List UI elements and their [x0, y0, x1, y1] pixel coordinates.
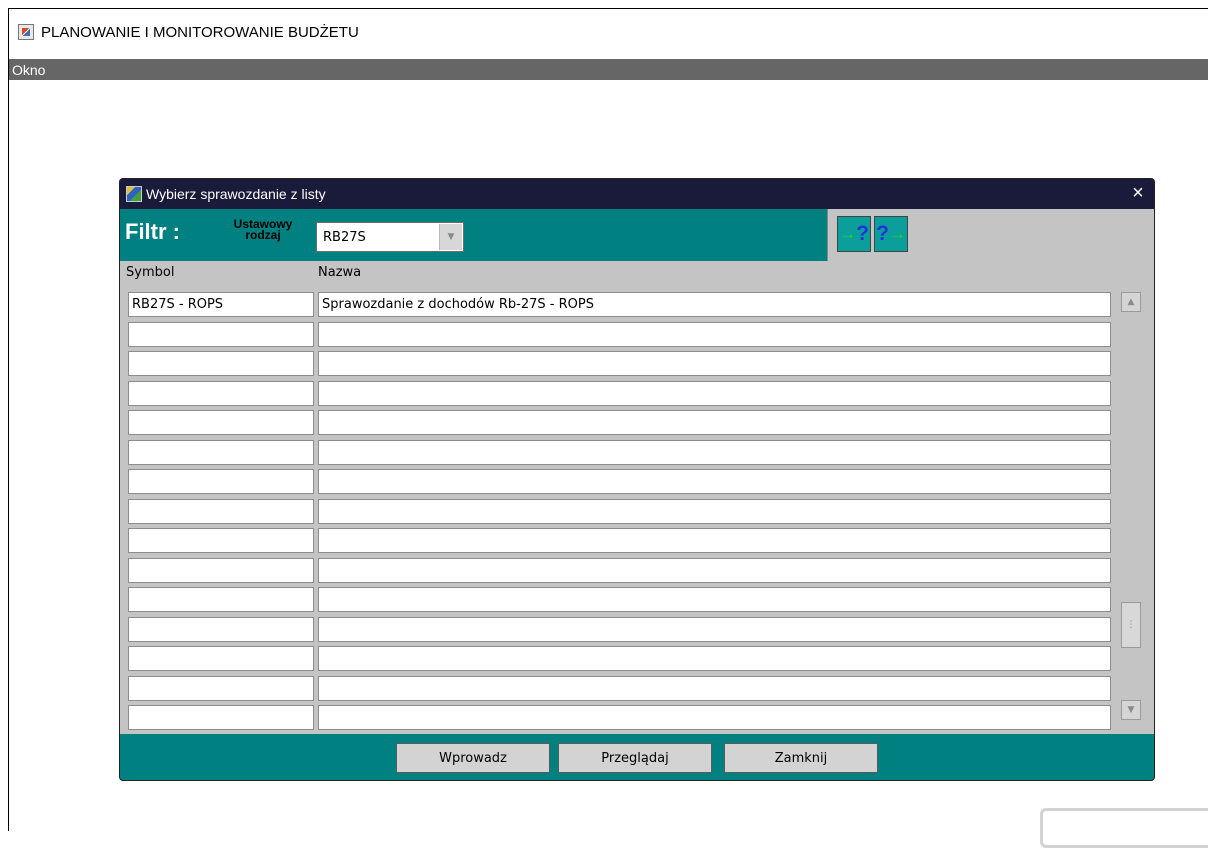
- table-row[interactable]: [128, 527, 1112, 557]
- menubar: Okno: [9, 59, 1208, 80]
- table-row[interactable]: [128, 586, 1112, 616]
- menu-okno-label: Okno: [12, 61, 46, 78]
- name-cell[interactable]: [318, 321, 1111, 347]
- question-icon: ?: [876, 222, 889, 245]
- grid-rows: RB27S - ROPS Sprawozdanie z dochodów Rb-2…: [128, 291, 1112, 734]
- column-header-name: Nazwa: [318, 265, 362, 280]
- symbol-cell[interactable]: [128, 439, 314, 465]
- name-cell[interactable]: [318, 351, 1111, 376]
- app-title: PLANOWANIE I MONITOROWANIE BUDŻETU: [41, 23, 359, 41]
- symbol-cell[interactable]: [128, 380, 314, 406]
- name-cell[interactable]: [318, 410, 1111, 435]
- reports-grid: Symbol Nazwa RB27S - ROPS Sprawozdanie z …: [120, 261, 1154, 734]
- scroll-thumb[interactable]: ⋮: [1121, 602, 1141, 648]
- symbol-cell[interactable]: [128, 705, 314, 730]
- symbol-cell[interactable]: [128, 616, 314, 642]
- name-cell[interactable]: [318, 675, 1111, 701]
- name-cell[interactable]: Sprawozdanie z dochodów Rb-27S - ROPS: [318, 292, 1111, 317]
- logo-watermark: [1040, 808, 1208, 848]
- table-row[interactable]: [128, 675, 1112, 705]
- table-row[interactable]: [128, 321, 1112, 351]
- enter-query-button[interactable]: →?: [837, 216, 871, 252]
- dialog-footer: Wprowadz Przeglądaj Zamknij: [120, 734, 1154, 780]
- table-row[interactable]: [128, 557, 1112, 587]
- dialog-titlebar: Wybierz sprawozdanie z listy ×: [120, 179, 1154, 209]
- report-type-value: RB27S: [323, 229, 366, 245]
- name-cell[interactable]: [318, 646, 1111, 671]
- symbol-cell[interactable]: [128, 469, 314, 494]
- name-cell[interactable]: [318, 469, 1111, 494]
- select-report-dialog: Wybierz sprawozdanie z listy × Filtr : U…: [119, 178, 1155, 781]
- name-cell[interactable]: [318, 439, 1111, 465]
- name-cell[interactable]: [318, 705, 1111, 730]
- symbol-cell[interactable]: [128, 351, 314, 376]
- name-cell[interactable]: [318, 528, 1111, 553]
- symbol-cell[interactable]: [128, 646, 314, 671]
- name-cell[interactable]: [318, 616, 1111, 642]
- table-row[interactable]: [128, 616, 1112, 646]
- symbol-cell[interactable]: [128, 528, 314, 553]
- symbol-cell[interactable]: [128, 410, 314, 435]
- filter-label: Filtr :: [125, 219, 180, 244]
- form-icon: [126, 186, 142, 202]
- app-titlebar: PLANOWANIE I MONITOROWANIE BUDŻETU: [9, 9, 1208, 55]
- table-row[interactable]: [128, 350, 1112, 380]
- table-row[interactable]: [128, 439, 1112, 469]
- chevron-down-icon[interactable]: ▼: [439, 224, 462, 250]
- name-cell[interactable]: [318, 557, 1111, 583]
- query-buttons-panel: →? ? →: [827, 209, 1154, 261]
- close-icon[interactable]: ×: [1128, 182, 1148, 204]
- symbol-cell[interactable]: [128, 557, 314, 583]
- enter-button[interactable]: Wprowadz: [396, 743, 550, 773]
- table-row[interactable]: [128, 468, 1112, 498]
- filter-bar: Filtr : Ustawowy rodzaj RB27S ▼ →? ? →: [120, 209, 1154, 261]
- table-row[interactable]: [128, 704, 1112, 734]
- name-cell[interactable]: [318, 587, 1111, 612]
- symbol-cell[interactable]: [128, 498, 314, 524]
- symbol-cell[interactable]: [128, 321, 314, 347]
- table-row[interactable]: [128, 645, 1112, 675]
- vertical-scrollbar[interactable]: ▲ ⋮ ▼: [1121, 292, 1141, 720]
- arrow-right-icon: →: [888, 224, 906, 243]
- name-cell[interactable]: [318, 380, 1111, 406]
- symbol-cell[interactable]: RB27S - ROPS: [128, 292, 314, 317]
- execute-query-button[interactable]: ? →: [874, 216, 908, 252]
- symbol-cell[interactable]: [128, 675, 314, 701]
- browse-button[interactable]: Przeglądaj: [558, 743, 712, 773]
- dialog-title: Wybierz sprawozdanie z listy: [146, 186, 326, 202]
- close-button[interactable]: Zamknij: [724, 743, 878, 773]
- question-icon: ?: [856, 222, 869, 245]
- table-row[interactable]: [128, 409, 1112, 439]
- table-row[interactable]: RB27S - ROPS Sprawozdanie z dochodów Rb-2…: [128, 291, 1112, 321]
- scroll-down-icon[interactable]: ▼: [1121, 700, 1141, 720]
- table-row[interactable]: [128, 380, 1112, 410]
- column-header-symbol: Symbol: [126, 265, 175, 280]
- scroll-up-icon[interactable]: ▲: [1121, 292, 1141, 312]
- java-app-icon: [18, 24, 34, 40]
- filter-type-label: Ustawowy rodzaj: [217, 218, 309, 242]
- menu-okno[interactable]: Okno: [9, 62, 48, 78]
- symbol-cell[interactable]: [128, 587, 314, 612]
- filter-type-label-line2: rodzaj: [245, 228, 281, 242]
- report-type-select[interactable]: RB27S ▼: [316, 222, 464, 252]
- arrow-right-icon: →: [839, 224, 857, 243]
- name-cell[interactable]: [318, 498, 1111, 524]
- table-row[interactable]: [128, 498, 1112, 528]
